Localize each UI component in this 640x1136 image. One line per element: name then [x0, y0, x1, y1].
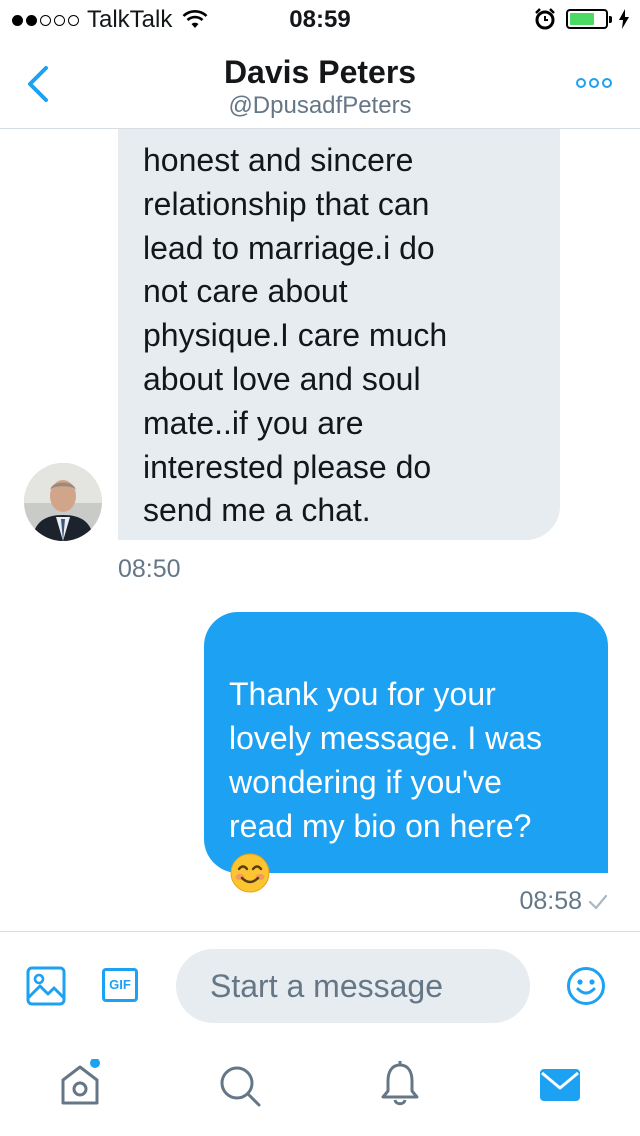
tab-notifications[interactable]	[378, 1059, 422, 1112]
search-icon	[220, 1066, 261, 1107]
avatar-image	[24, 463, 102, 541]
outgoing-message-text: Thank you for your lovely message. I was…	[229, 676, 543, 844]
envelope-icon	[540, 1069, 580, 1101]
avatar[interactable]	[24, 463, 102, 541]
contact-name[interactable]: Davis Peters	[0, 54, 640, 91]
tab-bar	[0, 1041, 640, 1136]
message-thread[interactable]: honest and sincere relationship that can…	[0, 129, 640, 931]
battery-icon	[566, 9, 612, 29]
message-input[interactable]: Start a message	[176, 949, 530, 1023]
alarm-icon	[535, 8, 555, 30]
message-composer: GIF Start a message	[0, 931, 640, 1042]
smiling-face-emoji	[230, 853, 270, 893]
status-bar: TalkTalk 08:59	[0, 0, 640, 40]
outgoing-message-bubble[interactable]: Thank you for your lovely message. I was…	[204, 612, 608, 893]
charging-bolt-icon	[619, 9, 629, 29]
status-right	[534, 8, 630, 30]
home-icon	[61, 1058, 100, 1105]
more-dots-icon[interactable]	[576, 78, 612, 88]
incoming-message-bubble[interactable]: honest and sincere relationship that can…	[118, 129, 560, 540]
gif-label: GIF	[109, 977, 131, 992]
message-input-placeholder: Start a message	[210, 968, 443, 1004]
message-timestamp: 08:50	[118, 555, 181, 583]
contact-handle[interactable]: @DpusadfPeters	[0, 92, 640, 120]
notification-dot	[90, 1058, 100, 1068]
emoji-icon[interactable]	[566, 966, 606, 1006]
tab-messages[interactable]	[538, 1059, 582, 1112]
tab-home[interactable]	[58, 1058, 106, 1112]
conversation-header: Davis Peters @DpusadfPeters	[0, 40, 640, 129]
message-timestamp-outgoing: 08:58	[519, 887, 608, 916]
tab-search[interactable]	[216, 1059, 264, 1112]
check-icon	[588, 894, 608, 909]
image-icon[interactable]	[26, 966, 66, 1006]
gif-button[interactable]: GIF	[102, 968, 138, 1002]
bell-icon	[381, 1061, 419, 1106]
outgoing-time: 08:58	[519, 887, 582, 915]
